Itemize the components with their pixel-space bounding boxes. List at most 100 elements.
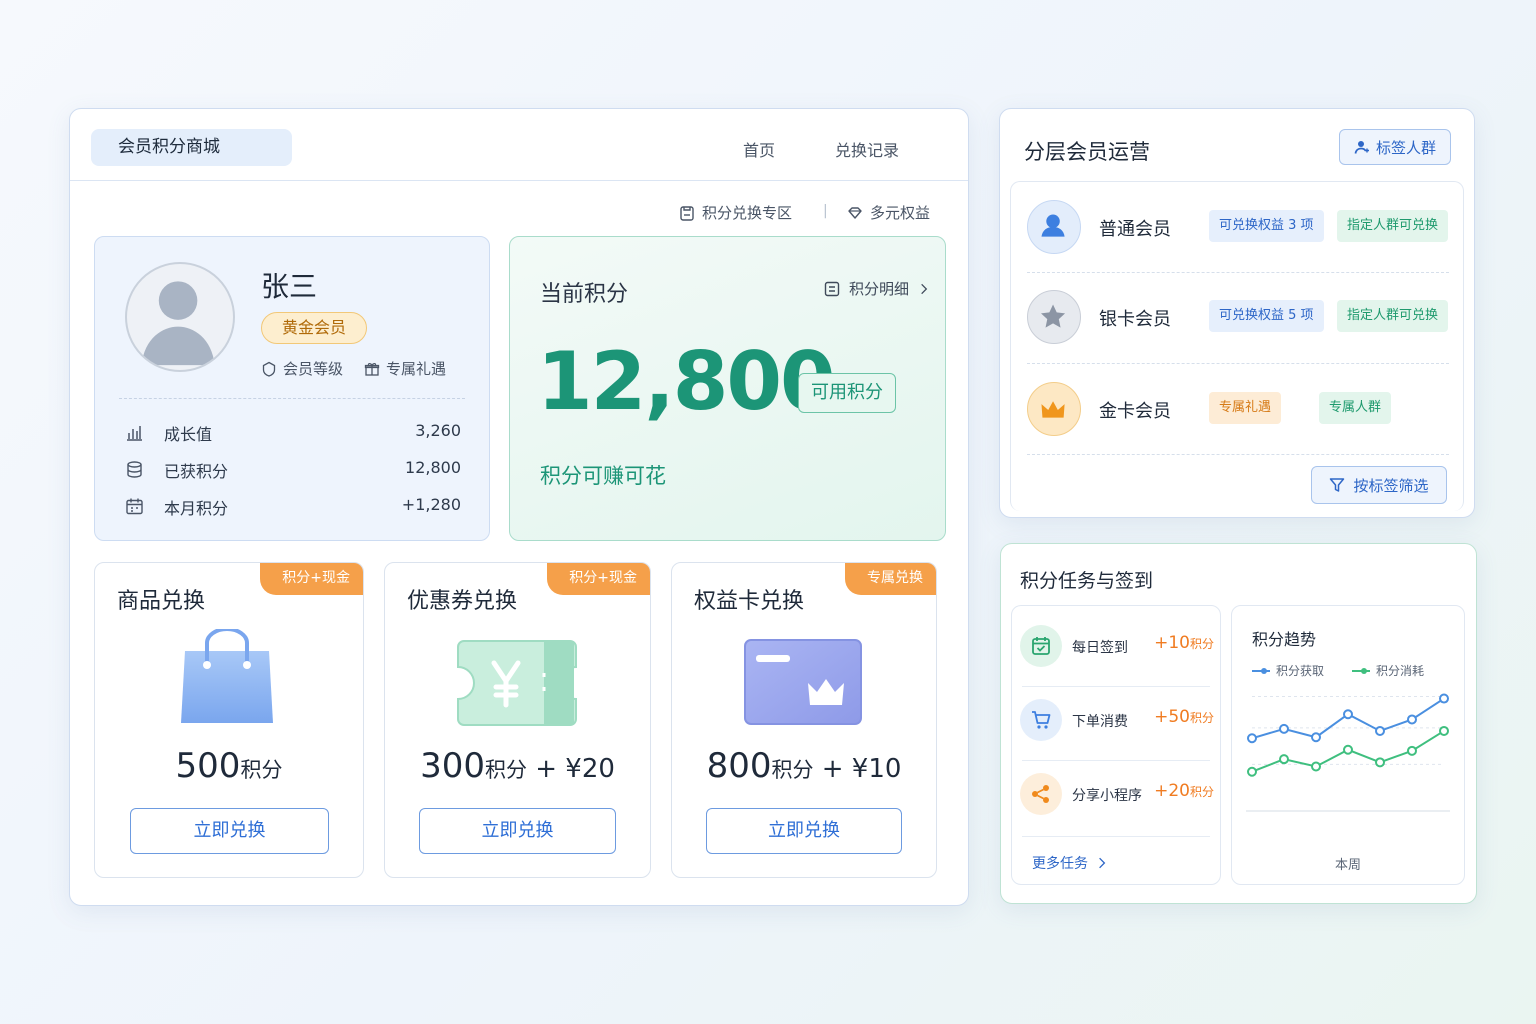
avatar bbox=[125, 262, 235, 372]
points-detail-label: 积分明细 bbox=[849, 280, 910, 298]
points-value: 12,800 bbox=[537, 335, 836, 428]
tag-crowd-label: 标签人群 bbox=[1375, 138, 1436, 157]
x-axis-label: 本周 bbox=[1334, 858, 1361, 873]
redeem-button[interactable]: 立即兑换 bbox=[419, 808, 616, 854]
subnav-points-exchange[interactable]: 积分兑换专区 bbox=[678, 202, 792, 223]
filter-label: 按标签筛选 bbox=[1353, 476, 1429, 495]
chevron-right-icon bbox=[1099, 857, 1106, 869]
task-points-value: +10 bbox=[1154, 633, 1190, 653]
exchange-tag: 专属兑换 bbox=[845, 563, 936, 595]
points-mall-panel: 会员积分商城 首页 兑换记录 积分兑换专区 | 多元权益 张三 黄金会员 会员等… bbox=[69, 108, 969, 906]
stat-earned: 已获积分 12,800 bbox=[125, 458, 461, 482]
tier-name: 银卡会员 bbox=[1099, 309, 1171, 330]
points-tasks-panel: 积分任务与签到 每日签到 +10积分 下单消费 +50积分 分享小程序 +20积… bbox=[1000, 543, 1477, 904]
member-level-link[interactable]: 会员等级 bbox=[261, 358, 343, 379]
exchange-tag: 积分+现金 bbox=[547, 563, 650, 595]
subnav-multi-benefits[interactable]: 多元权益 bbox=[846, 202, 930, 223]
exchange-price: 800积分 + ¥10 bbox=[672, 746, 936, 786]
exchange-title: 权益卡兑换 bbox=[694, 589, 805, 614]
shopping-bag-icon bbox=[181, 629, 273, 723]
nav-exchange-history[interactable]: 兑换记录 bbox=[835, 137, 899, 161]
subnav-multi-benefits-label: 多元权益 bbox=[870, 204, 931, 222]
member-profile-card: 张三 黄金会员 会员等级 专属礼遇 成长值 3,260 已获积分 12,800 … bbox=[94, 236, 490, 541]
more-tasks-link[interactable]: 更多任务 bbox=[1032, 853, 1106, 873]
tier-pill-gift: 专属礼遇 bbox=[1209, 392, 1282, 424]
redeem-button[interactable]: 立即兑换 bbox=[706, 808, 902, 854]
subnav-points-exchange-label: 积分兑换专区 bbox=[702, 204, 793, 222]
task-points: +20积分 bbox=[1154, 781, 1214, 801]
points-detail-link[interactable]: 积分明细 bbox=[823, 278, 931, 299]
filter-by-tag-button[interactable]: 按标签筛选 bbox=[1311, 466, 1447, 504]
task-points-unit: 积分 bbox=[1189, 785, 1214, 799]
exclusive-gift-label: 专属礼遇 bbox=[386, 360, 447, 378]
calendar-icon bbox=[126, 498, 143, 515]
share-icon bbox=[1020, 773, 1062, 815]
tasks-title: 积分任务与签到 bbox=[1020, 570, 1154, 592]
data-point bbox=[1311, 761, 1321, 772]
task-name: 分享小程序 bbox=[1072, 788, 1142, 804]
price-extra: + ¥20 bbox=[526, 754, 615, 784]
tier-name: 普通会员 bbox=[1099, 219, 1171, 240]
task-divider bbox=[1022, 686, 1210, 687]
stat-value: 12,800 bbox=[405, 458, 461, 477]
task-name: 每日签到 bbox=[1072, 640, 1128, 656]
brand-title: 会员积分商城 bbox=[91, 129, 292, 166]
data-point bbox=[1279, 754, 1289, 765]
data-point bbox=[1375, 757, 1385, 768]
task-points: +50积分 bbox=[1154, 707, 1214, 727]
exclusive-gift-link[interactable]: 专属礼遇 bbox=[364, 358, 446, 379]
tag-crowd-button[interactable]: 标签人群 bbox=[1339, 129, 1451, 165]
points-trend-chart: 积分趋势 积分获取 积分消耗 本周 bbox=[1231, 605, 1465, 885]
task-points-value: +50 bbox=[1154, 707, 1190, 727]
data-point bbox=[1247, 733, 1257, 744]
filter-icon bbox=[1330, 478, 1345, 492]
tier-pill-crowd: 专属人群 bbox=[1319, 392, 1392, 424]
document-icon bbox=[824, 281, 840, 296]
tier-name: 金卡会员 bbox=[1099, 401, 1171, 422]
data-point bbox=[1279, 723, 1289, 734]
price-unit: 积分 bbox=[240, 758, 283, 782]
regular-member-icon bbox=[1027, 200, 1081, 254]
price-points: 800 bbox=[706, 746, 772, 786]
diamond-icon bbox=[848, 206, 862, 219]
benefit-card-icon bbox=[744, 639, 862, 725]
tier-pill-crowd: 指定人群可兑换 bbox=[1337, 300, 1449, 332]
data-point bbox=[1247, 766, 1257, 777]
data-point bbox=[1375, 725, 1385, 736]
tier-pill-benefits: 可兑换权益 3 项 bbox=[1209, 210, 1324, 242]
tier-list: 普通会员 可兑换权益 3 项 指定人群可兑换 银卡会员 可兑换权益 5 项 指定… bbox=[1010, 181, 1464, 511]
silver-star-icon bbox=[1027, 290, 1081, 344]
trend-plot bbox=[1246, 693, 1450, 812]
task-daily-checkin[interactable]: 每日签到 +10积分 bbox=[1020, 622, 1214, 672]
redeem-button[interactable]: 立即兑换 bbox=[130, 808, 329, 854]
task-order[interactable]: 下单消费 +50积分 bbox=[1020, 696, 1214, 746]
tier-row-regular: 普通会员 可兑换权益 3 项 指定人群可兑换 bbox=[1027, 182, 1451, 272]
task-divider bbox=[1022, 760, 1210, 761]
stat-value: +1,280 bbox=[401, 495, 461, 514]
tiered-member-panel: 分层会员运营 标签人群 普通会员 可兑换权益 3 项 指定人群可兑换 银卡会员 … bbox=[999, 108, 1475, 518]
exchange-title: 优惠券兑换 bbox=[407, 589, 518, 614]
coupon-exchange-card: 优惠券兑换 积分+现金 300积分 + ¥20 立即兑换 bbox=[384, 562, 651, 878]
task-share[interactable]: 分享小程序 +20积分 bbox=[1020, 770, 1214, 820]
stat-label: 成长值 bbox=[164, 425, 213, 444]
bar-chart-icon bbox=[127, 426, 142, 441]
exchange-tag: 积分+现金 bbox=[260, 563, 363, 595]
stat-label: 已获积分 bbox=[164, 462, 229, 481]
cart-icon bbox=[1020, 699, 1062, 741]
gold-member-badge: 黄金会员 bbox=[261, 312, 367, 344]
tier-row-gold: 金卡会员 专属礼遇 专属人群 bbox=[1027, 364, 1451, 454]
nav-home[interactable]: 首页 bbox=[743, 137, 775, 161]
user-avatar-icon bbox=[141, 281, 215, 366]
price-extra: + ¥10 bbox=[813, 754, 902, 784]
price-unit: 积分 bbox=[771, 758, 814, 782]
task-points-unit: 积分 bbox=[1189, 637, 1214, 651]
user-name: 张三 bbox=[261, 270, 318, 303]
points-title: 当前积分 bbox=[540, 282, 629, 307]
shield-icon bbox=[262, 361, 276, 377]
gift-icon bbox=[364, 362, 380, 376]
data-point bbox=[1407, 745, 1417, 756]
product-exchange-card: 商品兑换 积分+现金 500积分 立即兑换 bbox=[94, 562, 364, 878]
coins-icon bbox=[127, 461, 142, 478]
gold-crown-icon bbox=[1027, 382, 1081, 436]
profile-divider bbox=[119, 398, 465, 399]
